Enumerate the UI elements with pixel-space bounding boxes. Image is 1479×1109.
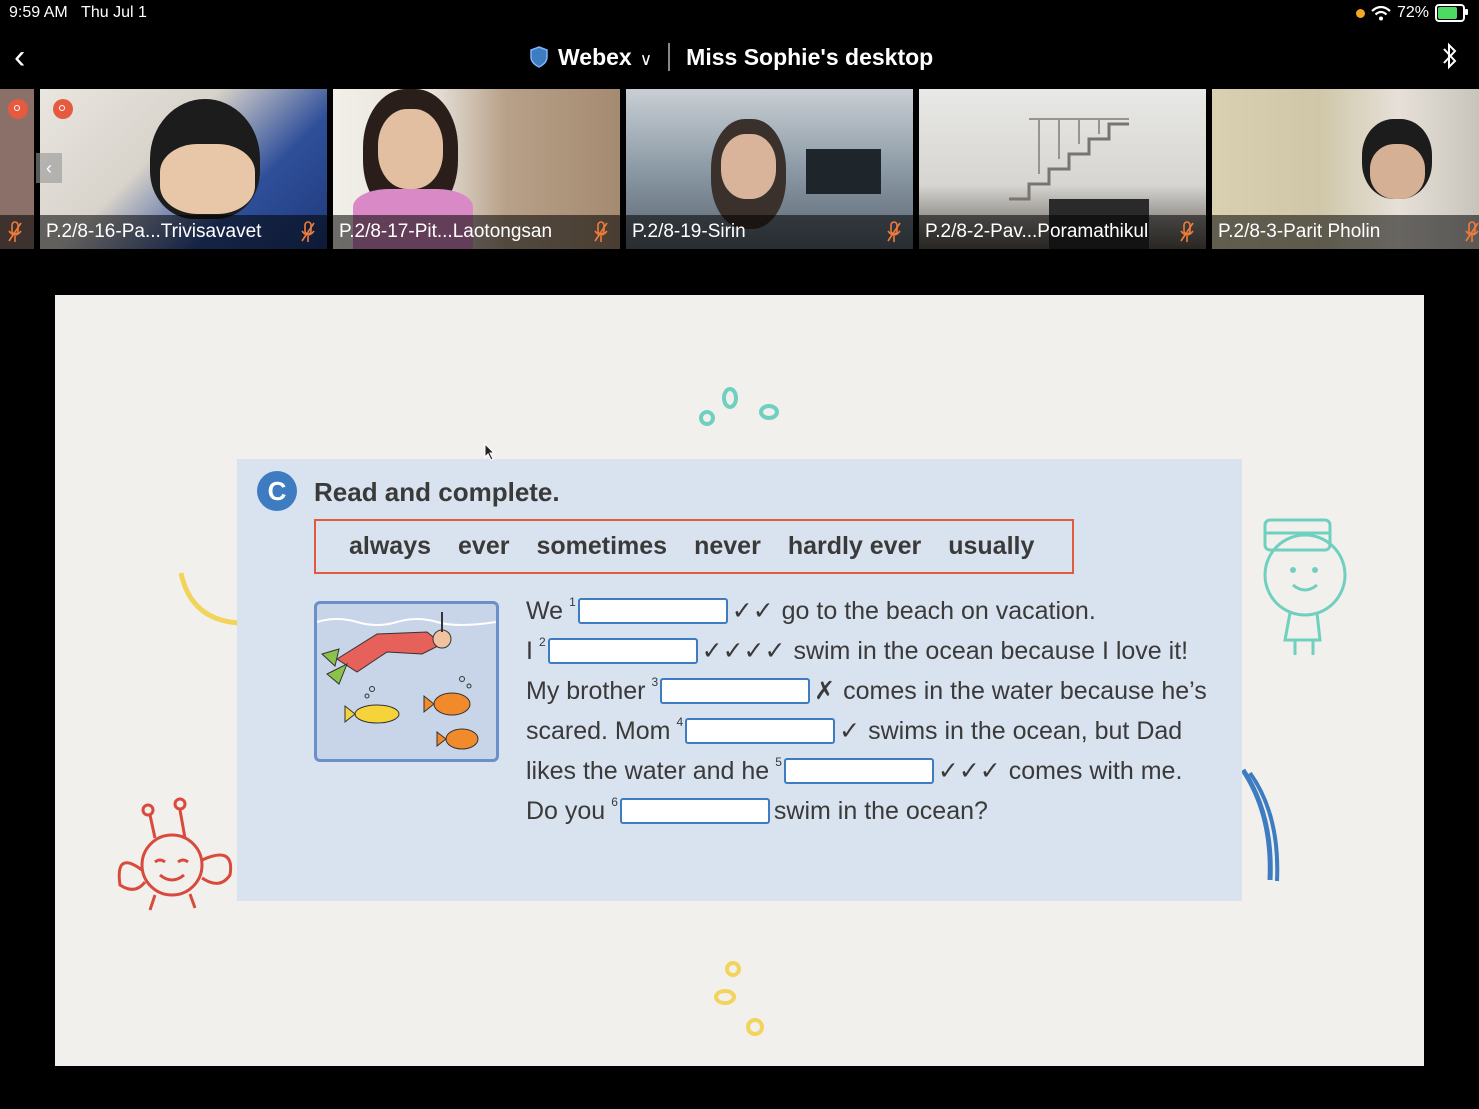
answer-blank[interactable] — [660, 678, 811, 704]
status-indicators: 72% — [1355, 4, 1468, 22]
shield-icon — [530, 46, 548, 68]
word-bank-item: never — [694, 532, 761, 560]
exercise-badge: C — [257, 471, 297, 511]
meeting-nav-bar: ‹ Webex ∨ Miss Sophie's desktop — [0, 34, 1479, 80]
moon-decoration-icon — [178, 572, 240, 626]
word-bank-item: ever — [458, 532, 510, 560]
answer-blank[interactable] — [685, 718, 836, 744]
sentence-line: I 2 ✓✓✓✓ swim in the ocean because I love i… — [526, 635, 1189, 665]
app-menu-button[interactable]: Webex ∨ — [558, 44, 652, 71]
word-bank-item: hardly ever — [787, 532, 922, 560]
share-letterbox-bottom — [55, 1066, 1424, 1109]
participant-tile[interactable]: P.2/8-3-Parit Pholin — [1212, 89, 1479, 249]
battery-icon — [1435, 4, 1468, 22]
answer-blank[interactable] — [577, 598, 728, 624]
bubbles-decoration-icon — [699, 387, 779, 426]
participant-tile[interactable]: P.2/8-17-Pit...Laotongsan — [333, 89, 620, 249]
participant-video — [806, 149, 881, 194]
status-bar: 9:59 AM Thu Jul 1 72% — [0, 0, 1479, 28]
bluetooth-icon[interactable] — [1439, 40, 1461, 72]
shared-slide: C Read and complete. always ever sometim… — [55, 295, 1424, 1066]
participant-name: P.2/8-3-Parit Pholin — [1212, 215, 1479, 249]
muted-mic-icon — [1180, 221, 1194, 242]
back-chevron-icon[interactable]: ‹ — [14, 40, 25, 74]
participant-tile[interactable]: P.2/8-2-Pav...Poramathikul — [919, 89, 1206, 249]
bubbles-decoration-icon — [714, 961, 764, 1036]
participant-name: P.2/8-2-Pav...Poramathikul — [919, 215, 1206, 249]
sentence-line: scared. Mom 4 ✓ swims in the ocean, but Dad — [526, 715, 1183, 745]
muted-mic-icon — [8, 221, 22, 242]
participant-strip: P.2/8-16-Pa...Trivisavavet P.2/8-17-Pit.… — [0, 89, 1479, 249]
recording-icon — [53, 99, 73, 119]
crab-doodle-icon — [117, 797, 233, 911]
participant-tile-partial[interactable] — [0, 89, 34, 249]
muted-mic-icon — [301, 221, 315, 242]
nav-title-group: Webex ∨ Miss Sophie's desktop — [530, 43, 933, 71]
sentence-line: Do you 6 swim in the ocean? — [526, 795, 988, 825]
diver-fish-icon — [317, 612, 496, 750]
participant-name: P.2/8-16-Pa...Trivisavavet — [40, 215, 327, 249]
participant-tile[interactable]: P.2/8-19-Sirin — [626, 89, 913, 249]
participant-tile[interactable]: P.2/8-16-Pa...Trivisavavet — [40, 89, 327, 249]
snorkeling-illustration — [314, 601, 499, 762]
wifi-icon — [1371, 5, 1391, 20]
kid-doodle-icon — [1263, 518, 1347, 655]
muted-mic-icon — [594, 221, 608, 242]
exercise-card: C Read and complete. always ever sometim… — [237, 459, 1242, 901]
mouse-pointer-icon — [484, 443, 496, 461]
answer-blank[interactable] — [619, 798, 770, 824]
word-bank: always ever sometimes never hardly ever … — [314, 519, 1074, 574]
shared-screen-title: Miss Sophie's desktop — [686, 43, 934, 70]
answer-blank[interactable] — [547, 638, 698, 664]
strip-prev-button[interactable]: ‹ — [36, 153, 62, 183]
share-letterbox-top — [55, 252, 1424, 295]
status-time: 9:59 AM Thu Jul 1 — [9, 4, 147, 21]
stroke-decoration-icon — [1240, 768, 1280, 882]
privacy-dot-icon — [1355, 8, 1365, 18]
sentence-line: We 1 ✓✓ go to the beach on vacation. — [526, 595, 1096, 625]
word-bank-item: sometimes — [536, 532, 668, 560]
participant-video — [1009, 118, 1129, 201]
exercise-sentences: We 1 ✓✓ go to the beach on vacation. I 2 ✓✓✓✓… — [526, 591, 1207, 831]
muted-mic-icon — [887, 221, 901, 242]
chevron-down-icon: ∨ — [639, 49, 653, 69]
nav-divider — [668, 43, 671, 71]
participant-name: P.2/8-19-Sirin — [626, 215, 913, 249]
answer-blank[interactable] — [783, 758, 934, 784]
recording-icon — [8, 99, 28, 119]
word-bank-item: always — [349, 532, 432, 560]
exercise-instruction: Read and complete. — [314, 477, 560, 507]
muted-mic-icon — [1465, 221, 1479, 242]
sentence-line: My brother 3 ✗ comes in the water because h… — [526, 675, 1207, 705]
sentence-line: likes the water and he 5 ✓✓✓ comes with me. — [526, 755, 1183, 785]
participant-name: P.2/8-17-Pit...Laotongsan — [333, 215, 620, 249]
word-bank-item: usually — [948, 532, 1035, 560]
battery-percent: 72% — [1396, 4, 1429, 21]
